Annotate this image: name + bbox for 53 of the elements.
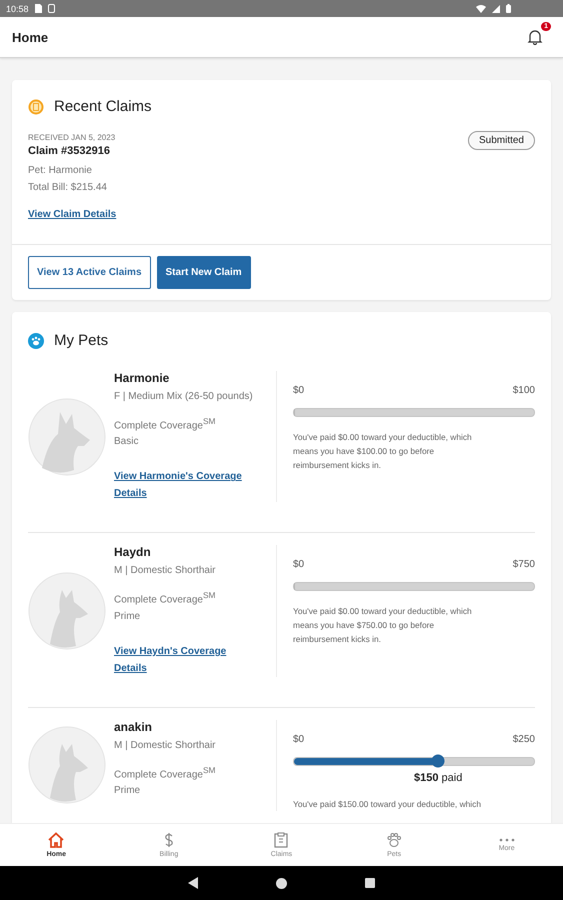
signal-icon	[492, 4, 500, 12]
claim-pet: Pet: Harmonie	[28, 165, 93, 176]
start-claim-button[interactable]: Start New Claim	[156, 256, 251, 289]
range-max: $750	[512, 559, 535, 570]
home-icon	[47, 832, 66, 848]
notification-bell-icon[interactable]	[527, 29, 543, 45]
coverage-plan: Complete Coverage$^{SM}$	[114, 415, 216, 434]
claim-details-link[interactable]: View Claim Details	[28, 209, 116, 220]
range-max: $100	[512, 385, 535, 396]
coverage-details-link[interactable]: View Haydn's Coverage Details	[114, 642, 246, 677]
battery-icon	[506, 4, 511, 13]
plan-tier-label: Prime	[114, 610, 142, 624]
cat-avatar-icon	[28, 726, 106, 804]
more-icon	[498, 838, 515, 842]
back-icon[interactable]	[188, 877, 198, 889]
deductible-note: You've paid $0.00 toward your deductible, which means you have $750.00 to go before reimbursement kicks in.	[293, 605, 473, 646]
clipboard-icon	[274, 832, 288, 848]
pet-details: M | Domestic Shorthair	[114, 564, 217, 578]
paid-amount: $150 paid	[414, 772, 462, 784]
home-circle-icon[interactable]	[276, 878, 287, 888]
pet-name: anakin	[114, 720, 154, 734]
card-title: Recent Claims	[54, 98, 152, 115]
received-date: RECEIVED JAN 5, 2023	[28, 133, 116, 142]
dog-avatar-icon	[28, 398, 106, 476]
pet-name: Haydn	[114, 545, 152, 560]
pet-details: F | Medium Mix (26-50 pounds)	[114, 390, 254, 404]
storage-icon	[48, 4, 55, 13]
page-title: Home	[12, 30, 48, 44]
range-max: $250	[512, 734, 535, 745]
plan-tier-label: Basic	[114, 435, 140, 450]
active-claims-button[interactable]: View 13 Active Claims	[28, 256, 151, 289]
claims-icon	[28, 98, 44, 114]
claim-total: Total Bill: $215.44	[28, 182, 108, 193]
coverage-details-link[interactable]: View Harmonie's Coverage Details	[114, 468, 246, 502]
card-title: My Pets	[54, 332, 108, 349]
pet-details: M | Domestic Shorthair	[114, 738, 217, 753]
coverage-plan: Complete Coverage$^{SM}$	[114, 764, 216, 782]
range-min: $0	[293, 559, 304, 570]
coverage-plan: Complete Coverage$^{SM}$	[114, 589, 216, 608]
sim-card-icon	[34, 4, 42, 13]
deductible-note: You've paid $0.00 toward your deductible, which means you have $100.00 to go before reimbursement kicks in.	[293, 431, 473, 472]
status-time: 10:58	[6, 4, 29, 14]
range-min: $0	[293, 385, 304, 396]
deductible-note: You've paid $150.00 toward your deductible, which	[293, 798, 482, 811]
range-min: $0	[293, 734, 304, 745]
cat-avatar-icon	[28, 572, 106, 650]
plan-tier-label: Prime	[114, 784, 142, 798]
paw-icon	[386, 832, 402, 848]
wifi-icon	[476, 4, 486, 12]
claim-number: Claim #3532916	[28, 145, 111, 157]
pet-name: Harmonie	[114, 371, 170, 385]
paw-icon	[28, 332, 44, 348]
status-badge: Submitted	[468, 131, 535, 150]
